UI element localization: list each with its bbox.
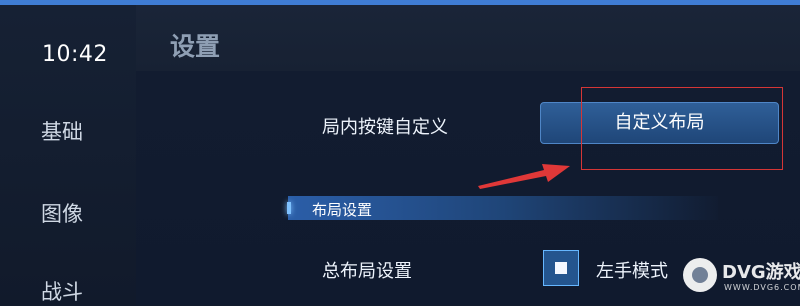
custom-keys-label: 局内按键自定义 [322, 117, 448, 138]
section-marker-icon [287, 202, 291, 214]
left-hand-mode-label: 左手模式 [596, 261, 668, 282]
left-hand-mode-checkbox[interactable] [543, 250, 579, 286]
layout-section-header: 布局设置 [287, 196, 718, 220]
sidebar-item-basic[interactable]: 基础 [41, 116, 83, 146]
layout-section-title: 布局设置 [312, 201, 373, 219]
highlight-box [581, 87, 783, 170]
overall-layout-label: 总布局设置 [322, 261, 412, 282]
sidebar: 10:42 基础 图像 战斗 [0, 5, 136, 305]
header: 设置 [136, 5, 800, 71]
sidebar-item-battle[interactable]: 战斗 [41, 276, 83, 306]
sidebar-item-image[interactable]: 图像 [41, 198, 83, 228]
red-arrow-icon [478, 164, 570, 189]
clock: 10:42 [42, 42, 108, 67]
page-title: 设置 [170, 32, 221, 61]
checkbox-square-icon [555, 262, 567, 274]
